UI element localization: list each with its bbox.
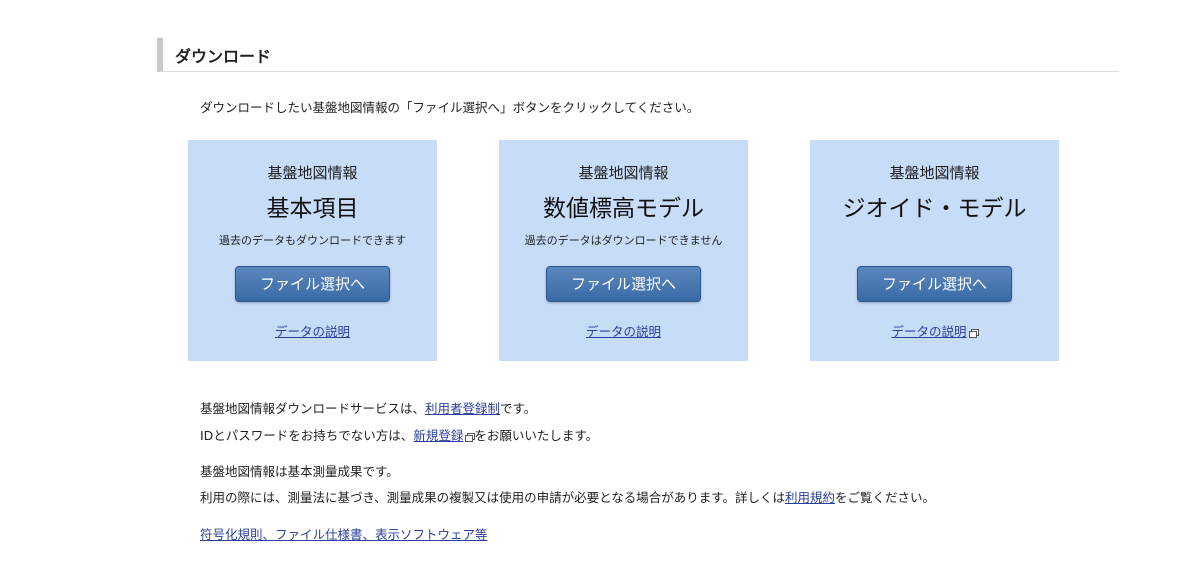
file-select-button[interactable]: ファイル選択へ <box>857 266 1012 302</box>
data-description-link-container: データの説明 <box>810 321 1059 340</box>
intro-text: ダウンロードしたい基盤地図情報の「ファイル選択へ」ボタンをクリックしてください。 <box>200 100 700 115</box>
registration-notice: 基盤地図情報ダウンロードサービスは、利用者登録制です。 <box>200 398 536 417</box>
card-subtitle: 基盤地図情報 <box>889 164 980 182</box>
data-description-link-container: データの説明 <box>188 321 437 340</box>
usage-suffix: をご覧ください。 <box>835 490 936 505</box>
card-basic-items: 基盤地図情報 基本項目 過去のデータもダウンロードできます ファイル選択へ デー… <box>188 140 437 361</box>
survey-notice: 基盤地図情報は基本測量成果です。 <box>200 464 399 479</box>
signup-suffix: をお願いいたします。 <box>474 428 599 443</box>
card-note: 過去のデータもダウンロードできます <box>219 234 406 247</box>
specifications-link-container: 符号化規則、ファイル仕様書、表示ソフトウェア等 <box>200 524 488 543</box>
external-link-icon <box>465 433 476 442</box>
usage-notice: 利用の際には、測量法に基づき、測量成果の複製又は使用の申請が必要となる場合があり… <box>200 487 935 506</box>
card-subtitle: 基盤地図情報 <box>267 164 358 182</box>
card-dem: 基盤地図情報 数値標高モデル 過去のデータはダウンロードできません ファイル選択… <box>499 140 748 361</box>
card-title: 基本項目 <box>266 196 359 222</box>
signup-notice: IDとパスワードをお持ちでない方は、新規登録 をお願いいたします。 <box>200 425 598 444</box>
card-title: 数値標高モデル <box>543 196 704 222</box>
section-title: ダウンロード <box>175 47 272 66</box>
external-link-icon <box>968 329 979 338</box>
specifications-link[interactable]: 符号化規則、ファイル仕様書、表示ソフトウェア等 <box>200 527 488 542</box>
section-heading: ダウンロード <box>157 38 1119 72</box>
registration-suffix: です。 <box>500 401 537 416</box>
card-title: ジオイド・モデル <box>842 196 1027 222</box>
card-subtitle: 基盤地図情報 <box>578 164 669 182</box>
signup-text: IDとパスワードをお持ちでない方は、 <box>200 428 414 443</box>
user-registration-link[interactable]: 利用者登録制 <box>425 401 500 416</box>
card-note: 過去のデータはダウンロードできません <box>524 234 723 247</box>
file-select-button[interactable]: ファイル選択へ <box>546 266 701 302</box>
file-select-button[interactable]: ファイル選択へ <box>235 266 390 302</box>
terms-of-use-link[interactable]: 利用規約 <box>785 490 835 505</box>
data-description-link[interactable]: データの説明 <box>275 324 350 339</box>
data-description-link[interactable]: データの説明 <box>891 324 966 339</box>
card-geoid-model: 基盤地図情報 ジオイド・モデル ファイル選択へ データの説明 <box>810 140 1059 361</box>
data-description-link[interactable]: データの説明 <box>586 324 661 339</box>
data-description-link-container: データの説明 <box>499 321 748 340</box>
registration-text: 基盤地図情報ダウンロードサービスは、 <box>200 401 426 416</box>
usage-text: 利用の際には、測量法に基づき、測量成果の複製又は使用の申請が必要となる場合があり… <box>200 490 786 505</box>
new-registration-link[interactable]: 新規登録 <box>413 428 463 443</box>
